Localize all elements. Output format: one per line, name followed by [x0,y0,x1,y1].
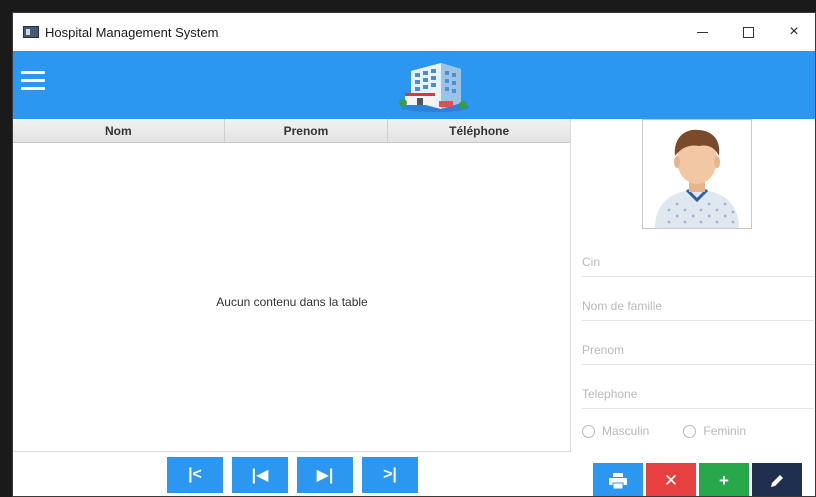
hamburger-menu-icon[interactable] [21,71,45,91]
add-button[interactable]: + [699,463,749,496]
first-name-placeholder: Prenom [582,342,625,357]
delete-icon: ✕ [663,471,679,490]
minimize-button[interactable] [679,13,725,51]
patient-form: Cin Nom de famille Prenom Telephone Masc… [572,119,815,452]
column-header-prenom[interactable]: Prenom [225,119,389,142]
skip-last-icon: >| [383,466,397,483]
gender-option-feminin[interactable]: Feminin [683,424,746,438]
window-controls: × [679,13,815,51]
last-name-field[interactable]: Nom de famille [582,291,814,321]
patients-table[interactable]: Nom Prenom Téléphone Aucun contenu dans … [13,119,571,452]
hospital-building-icon [399,63,469,112]
next-record-button[interactable]: ▶| [297,457,353,493]
next-icon: ▶| [316,467,334,484]
minimize-icon [696,31,708,33]
first-name-field[interactable]: Prenom [582,335,814,365]
gender-label-masculin: Masculin [602,424,650,438]
radio-circle-icon[interactable] [582,424,595,438]
app-window: Hospital Management System × Nom Prenom … [12,12,816,497]
table-header: Nom Prenom Téléphone [13,119,570,143]
delete-button[interactable]: ✕ [646,463,696,496]
gender-option-masculin[interactable]: Masculin [582,424,649,438]
close-button[interactable]: × [771,13,815,51]
column-header-telephone[interactable]: Téléphone [388,119,570,142]
maximize-button[interactable] [725,13,771,51]
print-icon [609,473,627,489]
gender-label-feminin: Feminin [703,424,747,438]
patient-avatar-icon [655,129,739,228]
edit-button[interactable] [752,463,802,496]
cin-field[interactable]: Cin [582,247,814,277]
footer-toolbar: |< |◀ ▶| >| ✕ + [13,452,815,496]
add-icon: + [719,471,729,490]
column-header-nom[interactable]: Nom [13,119,225,142]
cin-placeholder: Cin [582,254,601,269]
gender-radio-group: Masculin Feminin [582,424,780,438]
previous-record-button[interactable]: |◀ [232,457,288,493]
empty-table-message: Aucun contenu dans la table [216,295,368,309]
radio-circle-icon[interactable] [683,424,697,438]
patient-avatar [642,119,752,229]
maximize-icon [742,26,754,38]
previous-icon: |◀ [251,467,269,484]
window-title: Hospital Management System [45,24,219,40]
print-button[interactable] [593,463,643,496]
telephone-placeholder: Telephone [582,386,638,401]
title-bar: Hospital Management System × [13,13,815,51]
last-name-placeholder: Nom de famille [582,298,663,313]
last-record-button[interactable]: >| [362,457,418,493]
window-app-icon [23,26,39,38]
telephone-field[interactable]: Telephone [582,379,814,409]
first-record-button[interactable]: |< [167,457,223,493]
edit-pencil-icon [771,475,783,487]
skip-first-icon: |< [188,466,202,483]
app-header [13,51,815,119]
